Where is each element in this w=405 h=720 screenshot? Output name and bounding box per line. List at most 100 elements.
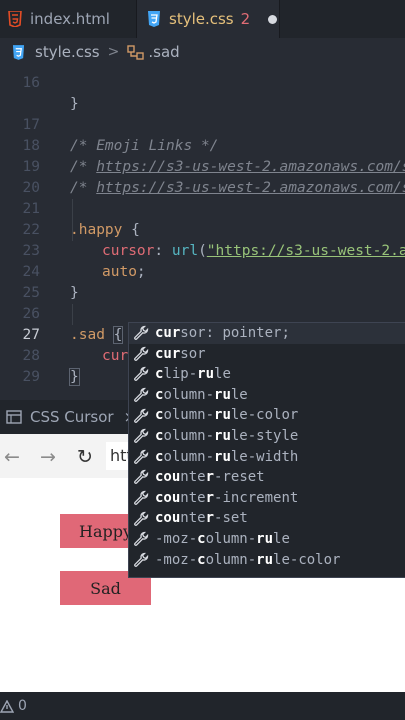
suggestion-text: sor: [180, 345, 206, 362]
suggestion-label: counter-set: [155, 508, 248, 529]
suggestion-match: ru: [256, 551, 274, 568]
code-line: 26 .sad {: [0, 283, 405, 344]
suggestion-text: lip-: [163, 366, 198, 383]
suggestion-text: olumn-: [163, 407, 215, 424]
preview-icon: [6, 410, 22, 424]
suggestion-match: ru: [214, 407, 231, 424]
suggestion-match: cur: [155, 325, 181, 341]
warning-count: 0: [18, 698, 27, 714]
error-count-badge: 2: [240, 10, 251, 28]
css3-icon: [148, 11, 160, 27]
tab-bar: index.html style.css 2: [0, 0, 405, 38]
autocomplete-suggestions[interactable]: cursor: pointer; cursor clip-rule column-ru…: [128, 322, 405, 578]
suggestion-text: olumn-: [163, 386, 215, 403]
suggestion-prefix: -moz-: [155, 551, 198, 568]
wrench-icon: [134, 490, 149, 505]
indent-guide: [72, 304, 73, 325]
suggestion-label: -moz-column-rule: [155, 529, 290, 550]
suggestion-item[interactable]: counter-set: [129, 508, 405, 529]
suggestion-item[interactable]: -moz-column-rule-color: [129, 550, 405, 571]
wrench-icon: [134, 429, 149, 444]
suggestion-text: sor: pointer;: [180, 325, 290, 341]
suggestion-match: c: [197, 530, 206, 547]
tab-divider: [279, 0, 280, 38]
suggestion-item[interactable]: column-rule-width: [129, 447, 405, 468]
code-line: 16 }: [0, 52, 405, 112]
suggestion-text: nte: [180, 489, 206, 506]
suggestion-label: -moz-column-rule-color: [155, 550, 340, 571]
suggestion-item[interactable]: -moz-column-rule: [129, 529, 405, 550]
suggestion-label: clip-rule: [155, 364, 231, 385]
suggestion-match: r: [205, 489, 215, 506]
tab-style-css[interactable]: style.css 2: [137, 0, 279, 38]
line-number: 16: [22, 75, 40, 91]
code-text: }: [69, 367, 80, 388]
suggestion-text: -reset: [214, 469, 265, 486]
suggestion-match: cou: [155, 510, 181, 527]
suggestion-label: cursor: [155, 344, 206, 365]
suggestion-item[interactable]: clip-rule: [129, 364, 405, 385]
suggestion-match: c: [197, 551, 206, 568]
suggestion-text: olumn-: [163, 427, 215, 444]
suggestion-item[interactable]: column-rule-color: [129, 405, 405, 426]
brace-match-highlight: }: [69, 368, 80, 386]
html5-icon: [8, 11, 22, 27]
wrench-icon: [134, 408, 149, 423]
forward-arrow-icon[interactable]: →: [40, 446, 56, 468]
tab-label: style.css: [169, 10, 234, 28]
reload-icon[interactable]: ↻: [77, 446, 93, 468]
suggestion-match: cou: [155, 469, 181, 486]
suggestion-text: -increment: [214, 489, 299, 506]
code-line: 19 /* https://s3-us-west-2.amazonaws.com…: [0, 136, 405, 196]
status-bar: 0: [0, 692, 405, 720]
wrench-icon: [134, 470, 149, 485]
code-line: 17 /* Emoji Links */: [0, 94, 405, 154]
preview-panel-title: CSS Cursor: [30, 408, 114, 426]
suggestion-item[interactable]: cursor: pointer;: [129, 323, 405, 344]
back-arrow-icon[interactable]: ←: [4, 446, 20, 468]
suggestion-match: ru: [214, 386, 231, 403]
suggestion-item[interactable]: column-rule-style: [129, 426, 405, 447]
indent-guide: [72, 199, 73, 241]
suggestion-item[interactable]: cursor: [129, 344, 405, 365]
wrench-icon: [134, 326, 149, 341]
wrench-icon: [134, 552, 149, 567]
tab-label: index.html: [30, 10, 110, 28]
suggestion-item[interactable]: counter-reset: [129, 467, 405, 488]
suggestion-text: le-width: [230, 448, 299, 465]
wrench-icon: [134, 367, 149, 382]
wrench-icon: [134, 449, 149, 464]
code-line: 22 cursor: url("https://s3-us-west-2.am: [0, 199, 405, 259]
suggestion-match: ru: [197, 366, 215, 383]
suggestion-text: le-style: [230, 427, 299, 444]
suggestion-text: le: [230, 386, 248, 403]
suggestion-label: counter-increment: [155, 488, 298, 509]
suggestion-text: nte: [180, 510, 206, 527]
code-line: 18 /* https://s3-us-west-2.amazonaws.com…: [0, 115, 405, 175]
code-line: 25: [0, 262, 405, 301]
suggestion-text: le: [273, 530, 290, 547]
suggestion-text: olumn-: [205, 530, 257, 547]
code-line: 21 .happy {: [0, 178, 405, 238]
suggestion-match: ru: [214, 427, 231, 444]
unsaved-dot-icon[interactable]: [268, 14, 278, 24]
wrench-icon: [134, 387, 149, 403]
suggestion-item[interactable]: column-rule: [129, 385, 405, 406]
suggestion-match: ru: [256, 530, 274, 547]
wrench-icon: [134, 346, 149, 361]
suggestion-text: le-color: [273, 551, 341, 568]
suggestion-match: ru: [214, 448, 231, 465]
tab-index-html[interactable]: index.html: [0, 0, 136, 38]
code-line: 23 auto;: [0, 220, 405, 280]
suggestion-text: -set: [214, 510, 248, 527]
suggestion-text: le-color: [230, 407, 299, 424]
suggestion-label: column-rule: [155, 385, 248, 406]
code-line: 24 }: [0, 241, 405, 301]
warning-icon[interactable]: [0, 699, 14, 713]
suggestion-text: olumn-: [163, 448, 215, 465]
suggestion-label: column-rule-width: [155, 447, 298, 468]
suggestion-text: olumn-: [205, 551, 257, 568]
suggestion-label: cursor: pointer;: [155, 323, 290, 344]
suggestion-item[interactable]: counter-increment: [129, 488, 405, 509]
suggestion-label: counter-reset: [155, 467, 265, 488]
